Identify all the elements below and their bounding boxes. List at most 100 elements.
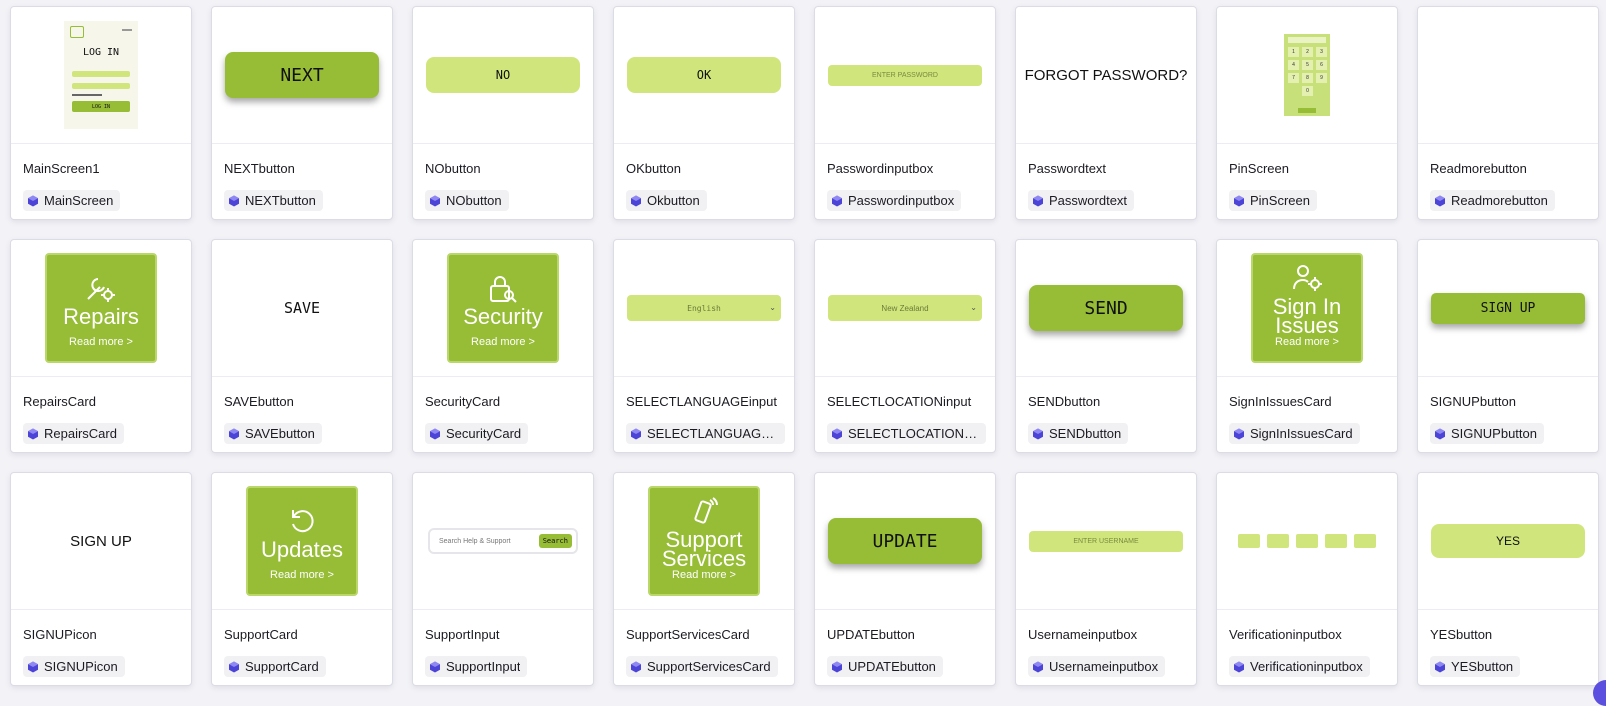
verification-box[interactable]	[1354, 534, 1376, 548]
pin-key[interactable]: 0	[1302, 86, 1313, 96]
preview-tile[interactable]: Security Read more >	[447, 253, 559, 363]
verification-box[interactable]	[1238, 534, 1260, 548]
floating-action-button[interactable]	[1593, 680, 1606, 706]
component-card[interactable]: 1 2 3 4 5 6 7 8 9 0 PinScreen PinScreen	[1216, 6, 1398, 220]
component-card[interactable]: Support Services Read more > SupportServic…	[613, 472, 795, 686]
preview-select[interactable]: New Zealand ⌄	[828, 295, 982, 321]
component-tag[interactable]: NObutton	[425, 190, 509, 211]
component-tag[interactable]: SIGNUPicon	[23, 656, 125, 677]
component-card[interactable]: FORGOT PASSWORD? Passwordtext Passwordtext	[1015, 6, 1197, 220]
component-tag-label: Passwordinputbox	[848, 193, 955, 208]
component-card[interactable]: SIGN UP SIGNUPicon SIGNUPicon	[10, 472, 192, 686]
tile-read-more[interactable]: Read more >	[449, 336, 557, 348]
component-card[interactable]: New Zealand ⌄ SELECTLOCATIONinput SELECTLOC…	[814, 239, 996, 453]
component-tag[interactable]: Usernameinputbox	[1028, 656, 1166, 677]
component-card[interactable]: SIGN UP SIGNUPbutton SIGNUPbutton	[1417, 239, 1599, 453]
forgot-link[interactable]	[72, 94, 102, 96]
component-card[interactable]: Verificationinputbox Verificationinputbox	[1216, 472, 1398, 686]
preview-input[interactable]: ENTER USERNAME	[1029, 530, 1183, 552]
component-card[interactable]: OK OKbutton Okbutton	[613, 6, 795, 220]
preview-select[interactable]: English ⌄	[627, 295, 781, 321]
preview-tile[interactable]: Updates Read more >	[246, 486, 358, 596]
card-preview: NEXT	[212, 7, 392, 144]
preview-input[interactable]: ENTER PASSWORD	[828, 64, 982, 86]
tile-read-more[interactable]: Read more >	[1253, 336, 1361, 348]
preview-mainscreen: LOG IN LOG IN	[64, 21, 138, 129]
preview-button[interactable]: NEXT	[225, 52, 379, 98]
pin-key[interactable]: 1	[1288, 47, 1299, 57]
component-card[interactable]: Search Help & Support Search SupportInput S…	[412, 472, 594, 686]
component-card[interactable]: SEND SENDbutton SENDbutton	[1015, 239, 1197, 453]
component-tag[interactable]: SAVEbutton	[224, 423, 322, 444]
component-card[interactable]: ENTER USERNAME Usernameinputbox Usernamein…	[1015, 472, 1197, 686]
component-card[interactable]: English ⌄ SELECTLANGUAGEinput SELECTLANGUAG…	[613, 239, 795, 453]
preview-button[interactable]: SIGN UP	[1431, 292, 1585, 324]
preview-button[interactable]: YES	[1431, 524, 1585, 558]
card-title: OKbutton	[626, 161, 681, 176]
search-button[interactable]: Search	[538, 534, 572, 548]
component-card[interactable]: Updates Read more > SupportCard SupportCard	[211, 472, 393, 686]
pin-key[interactable]: 2	[1302, 47, 1313, 57]
component-tag[interactable]: YESbutton	[1430, 656, 1521, 677]
password-field[interactable]	[72, 83, 130, 89]
tile-read-more[interactable]: Read more >	[650, 569, 758, 581]
component-tag[interactable]: Verificationinputbox	[1229, 656, 1370, 677]
tile-read-more[interactable]: Read more >	[248, 569, 356, 581]
component-tag[interactable]: SupportCard	[224, 656, 326, 677]
component-card[interactable]: NEXT NEXTbutton NEXTbutton	[211, 6, 393, 220]
card-meta: NObutton NObutton	[413, 161, 593, 212]
preview-button[interactable]: UPDATE	[828, 518, 982, 564]
verification-box[interactable]	[1325, 534, 1347, 548]
component-tag[interactable]: SupportInput	[425, 656, 528, 677]
preview-button[interactable]: OK	[627, 57, 781, 93]
preview-search[interactable]: Search Help & Support Search	[428, 528, 578, 554]
tile-read-more[interactable]: Read more >	[47, 336, 155, 348]
login-button[interactable]: LOG IN	[72, 101, 130, 112]
verification-box[interactable]	[1267, 534, 1289, 548]
component-tag[interactable]: SELECTLANGUAGEi…	[626, 423, 785, 444]
component-tag[interactable]: Passwordinputbox	[827, 190, 962, 211]
preview-button[interactable]: NO	[426, 57, 580, 93]
component-tag[interactable]: SELECTLOCATIONin…	[827, 423, 986, 444]
component-tag[interactable]: MainScreen	[23, 190, 121, 211]
pin-key[interactable]: 5	[1302, 60, 1313, 70]
component-tag[interactable]: Okbutton	[626, 190, 707, 211]
pin-key[interactable]: 7	[1288, 73, 1299, 83]
component-tag[interactable]: UPDATEbutton	[827, 656, 943, 677]
card-meta: SupportInput SupportInput	[413, 627, 593, 678]
username-field[interactable]	[72, 71, 130, 77]
component-card[interactable]: YES YESbutton YESbutton	[1417, 472, 1599, 686]
preview-verification[interactable]	[1238, 534, 1376, 548]
pin-key[interactable]: 9	[1316, 73, 1327, 83]
component-card[interactable]: Security Read more > SecurityCard SecurityC…	[412, 239, 594, 453]
component-tag[interactable]: NEXTbutton	[224, 190, 323, 211]
component-tag[interactable]: SupportServicesCard	[626, 656, 778, 677]
pin-key[interactable]: 6	[1316, 60, 1327, 70]
component-tag[interactable]: RepairsCard	[23, 423, 124, 444]
component-card[interactable]: Readmorebutton Readmorebutton	[1417, 6, 1599, 220]
component-card[interactable]: Sign In Issues Read more > SignInIssuesCar…	[1216, 239, 1398, 453]
card-preview	[1217, 473, 1397, 610]
component-tag[interactable]: Readmorebutton	[1430, 190, 1555, 211]
pin-key[interactable]: 3	[1316, 47, 1327, 57]
preview-tile[interactable]: Support Services Read more >	[648, 486, 760, 596]
pin-key[interactable]: 4	[1288, 60, 1299, 70]
component-tag[interactable]: Passwordtext	[1028, 190, 1135, 211]
component-tag[interactable]: PinScreen	[1229, 190, 1317, 211]
component-card[interactable]: LOG IN LOG IN MainScreen1 MainScreen	[10, 6, 192, 220]
component-card[interactable]: NO NObutton NObutton	[412, 6, 594, 220]
preview-tile[interactable]: Repairs Read more >	[45, 253, 157, 363]
component-tag[interactable]: SIGNUPbutton	[1430, 423, 1544, 444]
component-card[interactable]: SAVE SAVEbutton SAVEbutton	[211, 239, 393, 453]
pin-key[interactable]: 8	[1302, 73, 1313, 83]
pin-submit-button[interactable]	[1298, 108, 1316, 113]
preview-button[interactable]: SEND	[1029, 285, 1183, 331]
verification-box[interactable]	[1296, 534, 1318, 548]
component-card[interactable]: UPDATE UPDATEbutton UPDATEbutton	[814, 472, 996, 686]
component-card[interactable]: Repairs Read more > RepairsCard RepairsCard	[10, 239, 192, 453]
preview-tile[interactable]: Sign In Issues Read more >	[1251, 253, 1363, 363]
component-tag[interactable]: SignInIssuesCard	[1229, 423, 1360, 444]
component-card[interactable]: ENTER PASSWORD Passwordinputbox Passwordin…	[814, 6, 996, 220]
component-tag[interactable]: SecurityCard	[425, 423, 529, 444]
component-tag[interactable]: SENDbutton	[1028, 423, 1129, 444]
